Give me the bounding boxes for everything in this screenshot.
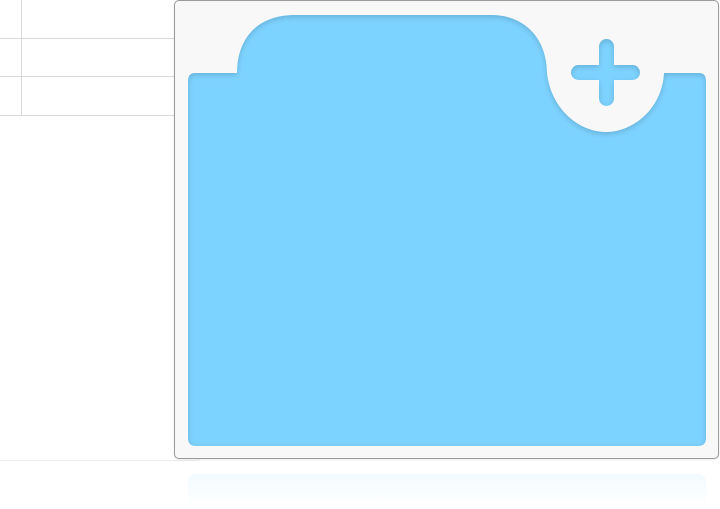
grid-cell — [0, 77, 22, 115]
background-grid — [0, 0, 201, 461]
grid-row — [0, 38, 200, 77]
card-reflection — [188, 474, 706, 508]
grid-cell — [0, 0, 22, 38]
app-stage — [0, 0, 720, 509]
grid-row — [0, 0, 200, 39]
grid-cell — [0, 38, 22, 76]
grid-row — [0, 77, 200, 116]
folder-drop-card[interactable] — [174, 0, 719, 459]
